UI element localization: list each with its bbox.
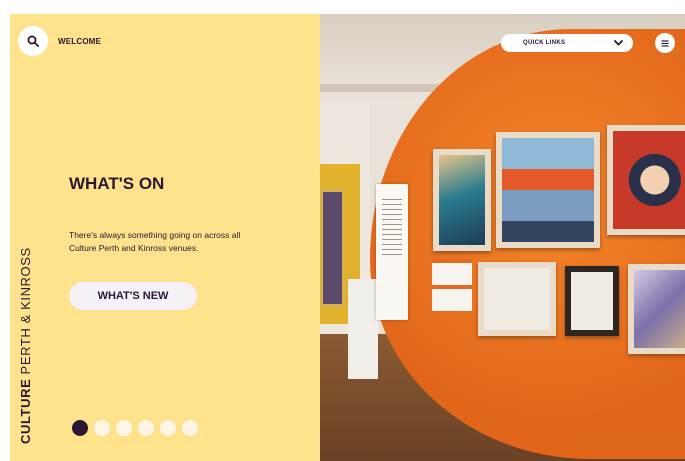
welcome-link[interactable]: WELCOME [58, 37, 101, 46]
hero-description: There's always something going on across… [69, 230, 241, 253]
quick-links-dropdown[interactable]: QUICK LINKS [501, 34, 633, 52]
search-icon [27, 35, 39, 47]
page-title: WHAT'S ON [69, 174, 165, 193]
search-button[interactable] [18, 26, 48, 56]
brand-logo: CULTURE PERTH & KINROSS [18, 247, 33, 444]
menu-button[interactable] [655, 33, 675, 53]
carousel-dot[interactable] [138, 420, 154, 436]
photo-painting [628, 264, 685, 354]
carousel-dot[interactable] [72, 420, 88, 436]
brand-name-perth-kinross: PERTH & KINROSS [18, 247, 33, 375]
carousel-pagination [72, 420, 198, 436]
hero-panel: WELCOME WHAT'S ON There's always somethi… [10, 14, 320, 461]
hamburger-menu-icon [661, 39, 669, 47]
carousel-dot[interactable] [94, 420, 110, 436]
photo-painting [478, 262, 556, 336]
photo-painting [433, 149, 491, 251]
whats-new-button[interactable]: WHAT'S NEW [69, 282, 197, 310]
carousel-dot[interactable] [182, 420, 198, 436]
chevron-down-icon [614, 40, 623, 46]
carousel-dot[interactable] [116, 420, 132, 436]
photo-painting [496, 132, 600, 248]
photo-side-painting [320, 189, 345, 307]
quick-links-label: QUICK LINKS [523, 40, 566, 46]
photo-label-cards [432, 259, 472, 311]
photo-pedestal [348, 279, 378, 379]
photo-painting [565, 266, 619, 336]
page-frame: WELCOME WHAT'S ON There's always somethi… [10, 14, 685, 461]
brand-name-culture: CULTURE [18, 378, 33, 444]
gallery-photo [320, 14, 685, 461]
photo-painting [607, 125, 685, 235]
photo-plaque-text [382, 199, 402, 259]
carousel-dot[interactable] [160, 420, 176, 436]
